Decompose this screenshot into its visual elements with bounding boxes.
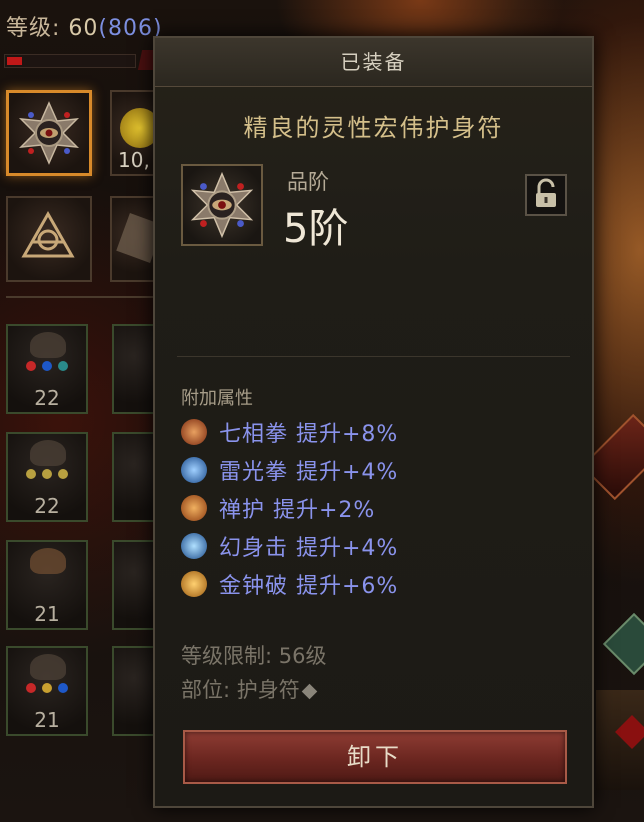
affix-text: 幻身击 提升+4%: [219, 536, 399, 561]
crest-icon: [30, 654, 66, 680]
affix-row: 禅护 提升+2%: [181, 492, 375, 524]
gem-rank: 21: [34, 708, 60, 732]
affix-text: 雷光拳 提升+4%: [219, 460, 399, 485]
gem-slot-4[interactable]: 21: [6, 646, 88, 736]
inventory-divider: [6, 296, 156, 298]
crest-icon: [30, 440, 66, 466]
gem-sockets: [8, 356, 86, 375]
affix-row: 幻身击 提升+4%: [181, 530, 398, 562]
affix-row: 七相拳 提升+8%: [181, 416, 398, 448]
gem-sockets: [8, 464, 86, 483]
amulet-slot[interactable]: [6, 90, 92, 176]
amulet-icon: [190, 171, 254, 239]
lightning-fist-icon: [181, 457, 207, 483]
seven-sided-strike-icon: [181, 419, 207, 445]
unequip-button[interactable]: 卸下: [183, 730, 567, 784]
item-tooltip: 已装备 精良的灵性宏伟护身符 品阶 5阶 附加属性 七相拳 提升+8% 雷光拳 …: [153, 36, 594, 808]
lock-toggle-button[interactable]: [525, 174, 567, 216]
slot-value: 10,: [118, 148, 150, 172]
gem-rank: 22: [34, 386, 60, 410]
experience-bar: [4, 54, 136, 68]
affix-header: 附加属性: [181, 388, 253, 409]
experience-bar-fill: [7, 57, 22, 65]
tier-label: 品阶: [287, 170, 329, 194]
crest-icon: [30, 332, 66, 358]
affix-text: 金钟破 提升+6%: [219, 574, 399, 599]
affix-row: 雷光拳 提升+4%: [181, 454, 398, 486]
gem-slot-3[interactable]: 21: [6, 540, 88, 630]
level-value: 60: [68, 16, 99, 41]
tooltip-header: 已装备: [155, 38, 592, 87]
gem-slot-2[interactable]: 22: [6, 432, 88, 522]
character-level: 等级: 60(806): [6, 10, 163, 42]
required-level: 等级限制: 56级: [181, 644, 327, 668]
unlocked-padlock-icon: [536, 178, 556, 207]
gem-slot-col2-3[interactable]: [112, 540, 156, 630]
gem-slot-col2-4[interactable]: [112, 646, 156, 736]
item-icon-frame: [181, 164, 263, 246]
gem-sockets: [8, 678, 86, 697]
section-divider: [177, 356, 570, 357]
zen-shield-icon: [181, 495, 207, 521]
level-label: 等级:: [6, 16, 69, 41]
phantom-strike-icon: [181, 533, 207, 559]
gem-slot-1[interactable]: 22: [6, 324, 88, 414]
emblem-slot[interactable]: [6, 196, 92, 282]
gem-slot-col2-1[interactable]: [112, 324, 156, 414]
tier-value: 5阶: [283, 206, 349, 252]
equip-slot-info: 部位: 护身符: [181, 674, 318, 704]
golden-bell-icon: [181, 571, 207, 597]
affix-text: 禅护 提升+2%: [219, 498, 376, 523]
crest-icon: [30, 548, 66, 574]
diamond-icon: [301, 683, 318, 699]
amulet-icon: [18, 101, 80, 165]
equip-slot-text: 部位: 护身符: [181, 678, 300, 702]
item-name: 精良的灵性宏伟护身符: [243, 114, 504, 142]
gem-slot-col2-2[interactable]: [112, 432, 156, 522]
affix-text: 七相拳 提升+8%: [219, 422, 399, 447]
gem-rank: 21: [34, 602, 60, 626]
gem-rank: 22: [34, 494, 60, 518]
triangle-emblem-icon: [21, 210, 75, 258]
affix-row: 金钟破 提升+6%: [181, 568, 398, 600]
